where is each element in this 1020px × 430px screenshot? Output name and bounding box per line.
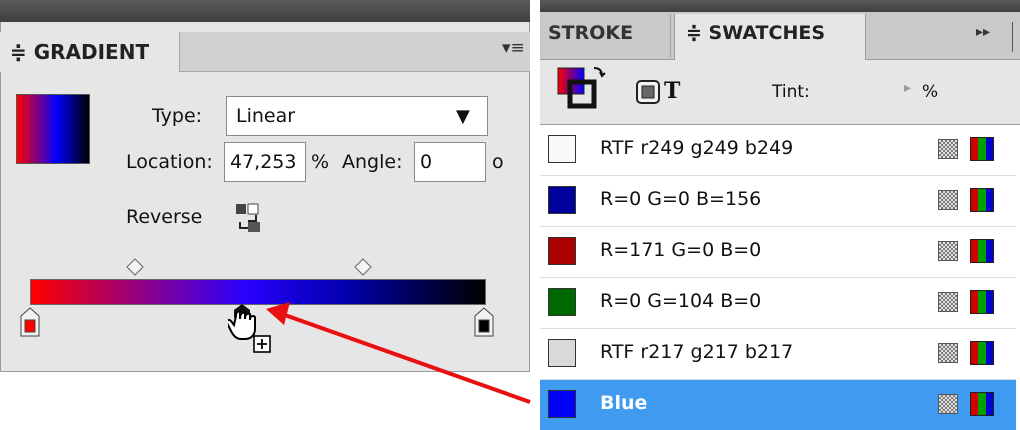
rgb-mode-icon [970, 341, 994, 365]
process-color-icon [938, 292, 958, 312]
angle-input-value: 0 [420, 151, 433, 173]
location-input-value: 47,253 [230, 151, 297, 173]
swatch-color-chip [548, 288, 576, 316]
tint-unit: % [922, 82, 939, 102]
rgb-mode-icon [970, 392, 994, 416]
swatch-row[interactable]: R=0 G=104 B=0 [540, 278, 1016, 328]
process-color-icon [938, 343, 958, 363]
location-label: Location: [126, 151, 213, 173]
swatch-name: R=0 G=104 B=0 [600, 290, 762, 312]
process-color-icon [938, 394, 958, 414]
panel-edge [1012, 22, 1013, 52]
rgb-mode-icon [970, 137, 994, 161]
swatches-panel-titlebar[interactable] [540, 0, 1020, 12]
swatch-name: Blue [600, 392, 648, 414]
tab-gradient-label: ≑ GRADIENT [10, 40, 150, 64]
swatch-row[interactable]: R=0 G=0 B=156 [540, 176, 1016, 226]
swatch-list: RTF r249 g249 b249 R=0 G=0 B=156 R=171 G=0… [540, 124, 1020, 430]
swatch-row[interactable]: RTF r249 g249 b249 [540, 125, 1016, 175]
swatch-name: R=0 G=0 B=156 [600, 188, 762, 210]
swatch-color-chip [548, 339, 576, 367]
gradient-panel-titlebar[interactable] [0, 0, 530, 22]
tint-slider-arrow-icon[interactable]: ▸ [904, 80, 911, 96]
angle-label: Angle: [342, 151, 403, 173]
swatch-row[interactable]: Blue [540, 380, 1016, 430]
swatch-color-chip [548, 186, 576, 214]
process-color-icon [938, 241, 958, 261]
swatch-row[interactable]: R=171 G=0 B=0 [540, 227, 1016, 277]
tab-separator [670, 14, 671, 58]
process-color-icon [938, 139, 958, 159]
tab-stroke[interactable]: STROKE [548, 22, 633, 44]
swatch-name: RTF r249 g249 b249 [600, 137, 794, 159]
panel-menu-icon[interactable]: ▾≡ [502, 38, 525, 58]
fill-stroke-swap-icon[interactable] [556, 66, 606, 114]
formatting-text-icon[interactable]: T [664, 78, 680, 104]
tab-swatches-label: ≑ SWATCHES [686, 22, 826, 44]
swatch-color-chip [548, 237, 576, 265]
tab-strip [180, 32, 530, 72]
drag-hand-cursor-icon [228, 304, 271, 353]
gradient-preview-swatch[interactable] [16, 94, 90, 164]
swatch-color-chip [548, 135, 576, 163]
swatch-row[interactable]: RTF r217 g217 b217 [540, 329, 1016, 379]
tint-label: Tint: [772, 82, 810, 102]
location-unit: % [311, 151, 330, 173]
midpoint-diamond-icon[interactable] [354, 258, 372, 276]
process-color-icon [938, 190, 958, 210]
formatting-container-icon[interactable] [636, 80, 660, 104]
swatch-color-chip [548, 390, 576, 418]
gradient-ramp-slider[interactable] [30, 279, 486, 305]
type-dropdown-value: Linear [236, 105, 296, 127]
rgb-mode-icon [970, 290, 994, 314]
angle-unit: o [492, 151, 504, 173]
color-stop-red[interactable] [20, 307, 40, 337]
dropdown-arrow-icon[interactable]: ▼ [456, 106, 470, 127]
midpoint-diamond-icon[interactable] [126, 258, 144, 276]
reverse-gradient-icon[interactable] [234, 202, 262, 234]
swatch-name: RTF r217 g217 b217 [600, 341, 794, 363]
swatch-name: R=171 G=0 B=0 [600, 239, 762, 261]
reverse-label: Reverse [126, 206, 203, 228]
expand-panel-icon[interactable]: ▸▸ [976, 24, 990, 40]
rgb-mode-icon [970, 188, 994, 212]
type-label: Type: [152, 105, 203, 127]
color-stop-black[interactable] [474, 307, 494, 337]
rgb-mode-icon [970, 239, 994, 263]
